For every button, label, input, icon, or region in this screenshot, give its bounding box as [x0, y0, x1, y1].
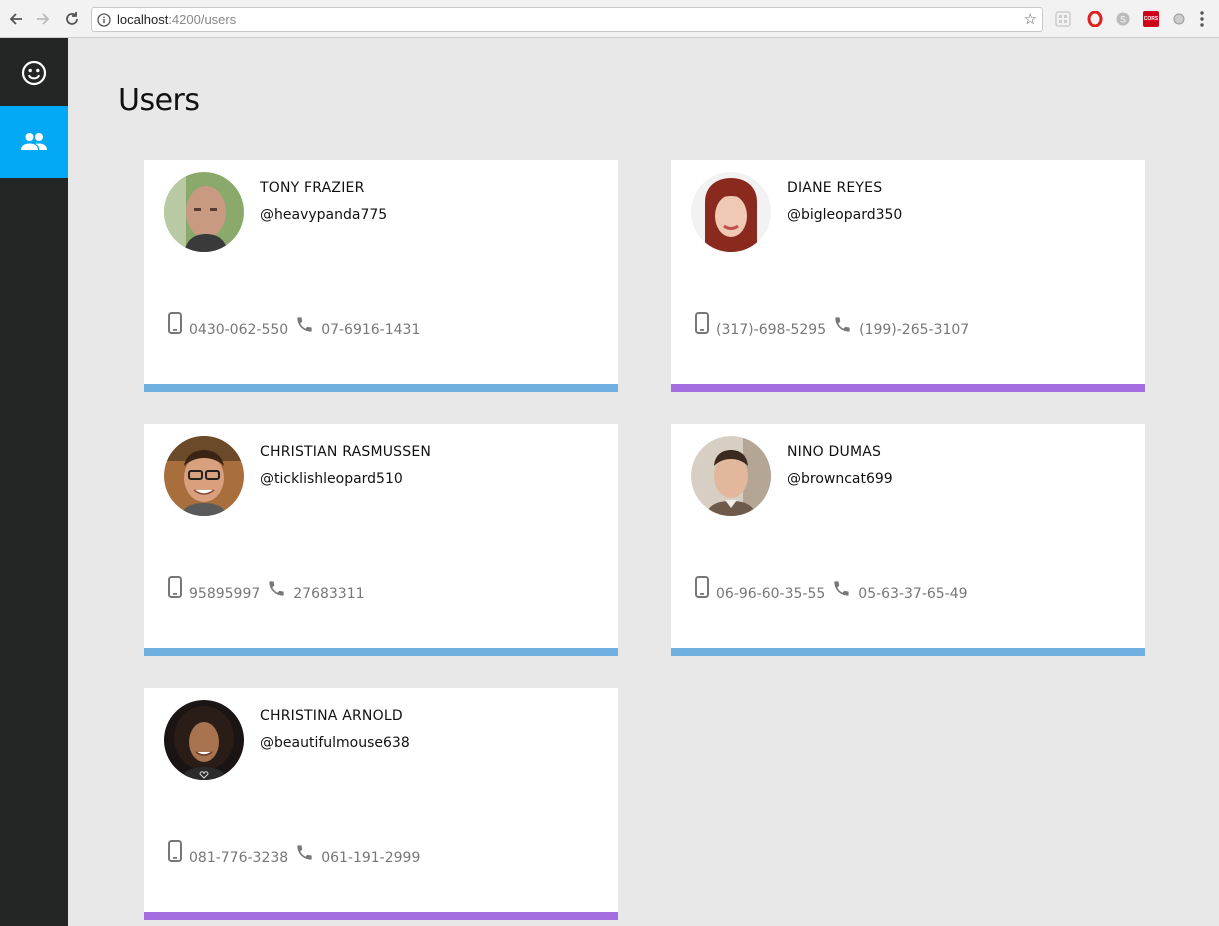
- phone-number: 07-6916-1431: [321, 322, 421, 338]
- sidebar: [0, 38, 68, 926]
- phone-number: 061-191-2999: [321, 850, 421, 866]
- forward-button[interactable]: [33, 9, 53, 29]
- avatar: [164, 172, 244, 252]
- contact-row: 95895997 27683311: [168, 576, 372, 602]
- contact-row: 0430-062-550 07-6916-1431: [168, 312, 427, 338]
- user-handle: @ticklishleopard510: [260, 471, 403, 487]
- mobile-phone-icon: [168, 840, 182, 866]
- page-title: Users: [118, 83, 200, 118]
- browser-menu-icon[interactable]: [1199, 10, 1205, 28]
- opera-icon[interactable]: [1087, 11, 1103, 27]
- mobile-phone-icon: [695, 576, 709, 602]
- avatar: [164, 700, 244, 780]
- browser-toolbar: localhost:4200/users ☆ S CORS: [0, 0, 1219, 38]
- user-card[interactable]: TONY FRAZIER @heavypanda775 0430-062-550…: [144, 160, 618, 392]
- mobile-number: 95895997: [189, 586, 261, 602]
- forward-arrow-icon: [37, 13, 50, 25]
- sidebar-item-users[interactable]: [0, 106, 68, 178]
- url-path: :4200/users: [168, 12, 237, 27]
- circle-extension-icon[interactable]: [1171, 11, 1187, 27]
- contact-row: 081-776-3238 061-191-2999: [168, 840, 427, 866]
- avatar: [691, 436, 771, 516]
- card-accent-bar: [144, 912, 618, 920]
- user-name: NINO DUMAS: [787, 444, 882, 460]
- phone-number: 05-63-37-65-49: [858, 586, 968, 602]
- back-arrow-icon: [9, 13, 22, 25]
- user-name: CHRISTINA ARNOLD: [260, 708, 403, 724]
- mobile-phone-icon: [695, 312, 709, 338]
- user-card[interactable]: NINO DUMAS @browncat699 06-96-60-35-55 0…: [671, 424, 1145, 656]
- mobile-number: (317)-698-5295: [716, 322, 827, 338]
- avatar: [691, 172, 771, 252]
- card-accent-bar: [144, 384, 618, 392]
- user-name: CHRISTIAN RASMUSSEN: [260, 444, 432, 460]
- user-handle: @beautifulmouse638: [260, 735, 410, 751]
- user-name: TONY FRAZIER: [260, 180, 365, 196]
- phone-icon: [833, 315, 852, 338]
- svg-text:S: S: [1120, 15, 1126, 25]
- user-handle: @heavypanda775: [260, 207, 388, 223]
- avatar: [164, 436, 244, 516]
- mobile-phone-icon: [168, 576, 182, 602]
- card-accent-bar: [144, 648, 618, 656]
- phone-icon: [295, 315, 314, 338]
- extension-grid-icon[interactable]: [1055, 11, 1071, 27]
- contact-row: 06-96-60-35-55 05-63-37-65-49: [695, 576, 975, 602]
- skype-icon[interactable]: S: [1115, 11, 1131, 27]
- address-bar[interactable]: localhost:4200/users ☆: [91, 7, 1043, 32]
- phone-number: 27683311: [293, 586, 365, 602]
- mobile-number: 06-96-60-35-55: [716, 586, 826, 602]
- back-button[interactable]: [6, 9, 26, 29]
- url-host: localhost: [117, 12, 169, 27]
- url-text[interactable]: localhost:4200/users: [117, 12, 236, 27]
- phone-icon: [832, 579, 851, 602]
- user-handle: @browncat699: [787, 471, 893, 487]
- user-name: DIANE REYES: [787, 180, 883, 196]
- reload-icon: [66, 12, 78, 25]
- user-card[interactable]: CHRISTIAN RASMUSSEN @ticklishleopard510 …: [144, 424, 618, 656]
- card-accent-bar: [671, 648, 1145, 656]
- cors-label: CORS: [1143, 16, 1159, 22]
- reload-button[interactable]: [62, 9, 82, 29]
- phone-icon: [267, 579, 286, 602]
- card-accent-bar: [671, 384, 1145, 392]
- phone-icon: [295, 843, 314, 866]
- user-card[interactable]: CHRISTINA ARNOLD @beautifulmouse638 081-…: [144, 688, 618, 920]
- cors-icon[interactable]: CORS: [1143, 11, 1159, 27]
- contact-row: (317)-698-5295 (199)-265-3107: [695, 312, 976, 338]
- smiley-icon: [21, 60, 47, 86]
- user-handle: @bigleopard350: [787, 207, 903, 223]
- sidebar-item-home[interactable]: [0, 38, 68, 108]
- star-icon[interactable]: ☆: [1024, 11, 1037, 28]
- phone-number: (199)-265-3107: [859, 322, 970, 338]
- mobile-phone-icon: [168, 312, 182, 338]
- mobile-number: 081-776-3238: [189, 850, 289, 866]
- people-icon: [21, 133, 47, 150]
- info-icon[interactable]: [97, 12, 111, 31]
- user-card[interactable]: DIANE REYES @bigleopard350 (317)-698-529…: [671, 160, 1145, 392]
- mobile-number: 0430-062-550: [189, 322, 289, 338]
